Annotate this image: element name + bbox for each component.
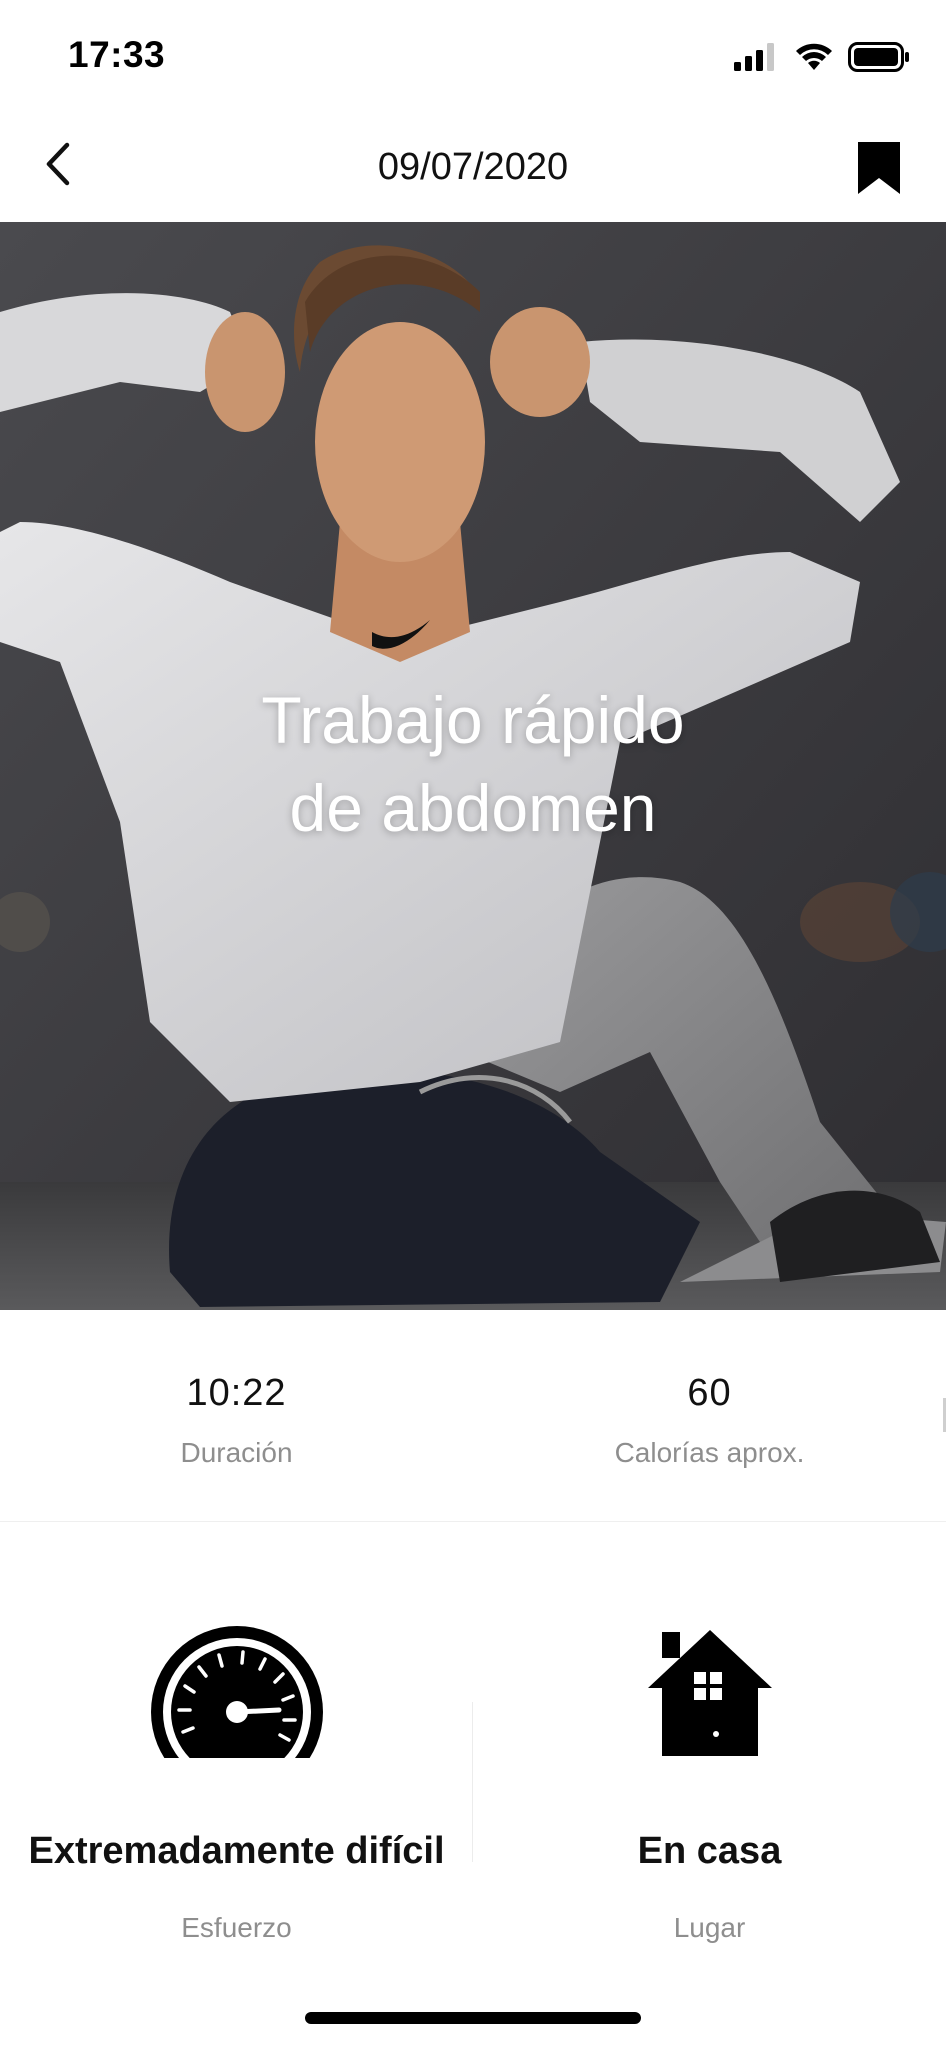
speedometer-icon (150, 1626, 323, 1758)
location-label: Lugar (673, 1912, 746, 1943)
calories-label: Calorías aprox. (614, 1437, 805, 1468)
workout-title-line-2: de abdomen (289, 771, 657, 845)
duration-value: 10:22 (186, 1372, 287, 1414)
battery-icon (848, 42, 909, 72)
status-bar: 17:33 (0, 0, 946, 110)
workout-stats: 10:22 Duración 60 Calorías aprox. (0, 1310, 946, 1522)
status-icons (734, 42, 910, 72)
workout-details: Extremadamente difícil Esfuerzo En casa … (0, 1522, 946, 1943)
workout-title: Trabajo rápido de abdomen (0, 676, 946, 852)
workout-hero-image: Trabajo rápido de abdomen (0, 222, 946, 1310)
calories-stat: 60 Calorías aprox. (473, 1372, 946, 1469)
duration-stat: 10:22 Duración (0, 1372, 473, 1469)
page-title: 09/07/2020 (377, 146, 569, 188)
home-indicator[interactable] (305, 2012, 641, 2024)
wifi-icon (796, 43, 832, 70)
calories-value: 60 (687, 1372, 732, 1414)
house-icon (647, 1630, 772, 1756)
effort-value: Extremadamente difícil (28, 1830, 445, 1872)
workout-title-line-1: Trabajo rápido (261, 683, 685, 757)
duration-label: Duración (180, 1437, 293, 1468)
navigation-bar: 09/07/2020 (0, 110, 946, 222)
status-time: 17:33 (68, 34, 166, 75)
location-value: En casa (637, 1830, 782, 1872)
bookmark-icon[interactable] (856, 140, 902, 196)
effort-label: Esfuerzo (181, 1912, 292, 1943)
cellular-signal-icon (734, 43, 774, 71)
